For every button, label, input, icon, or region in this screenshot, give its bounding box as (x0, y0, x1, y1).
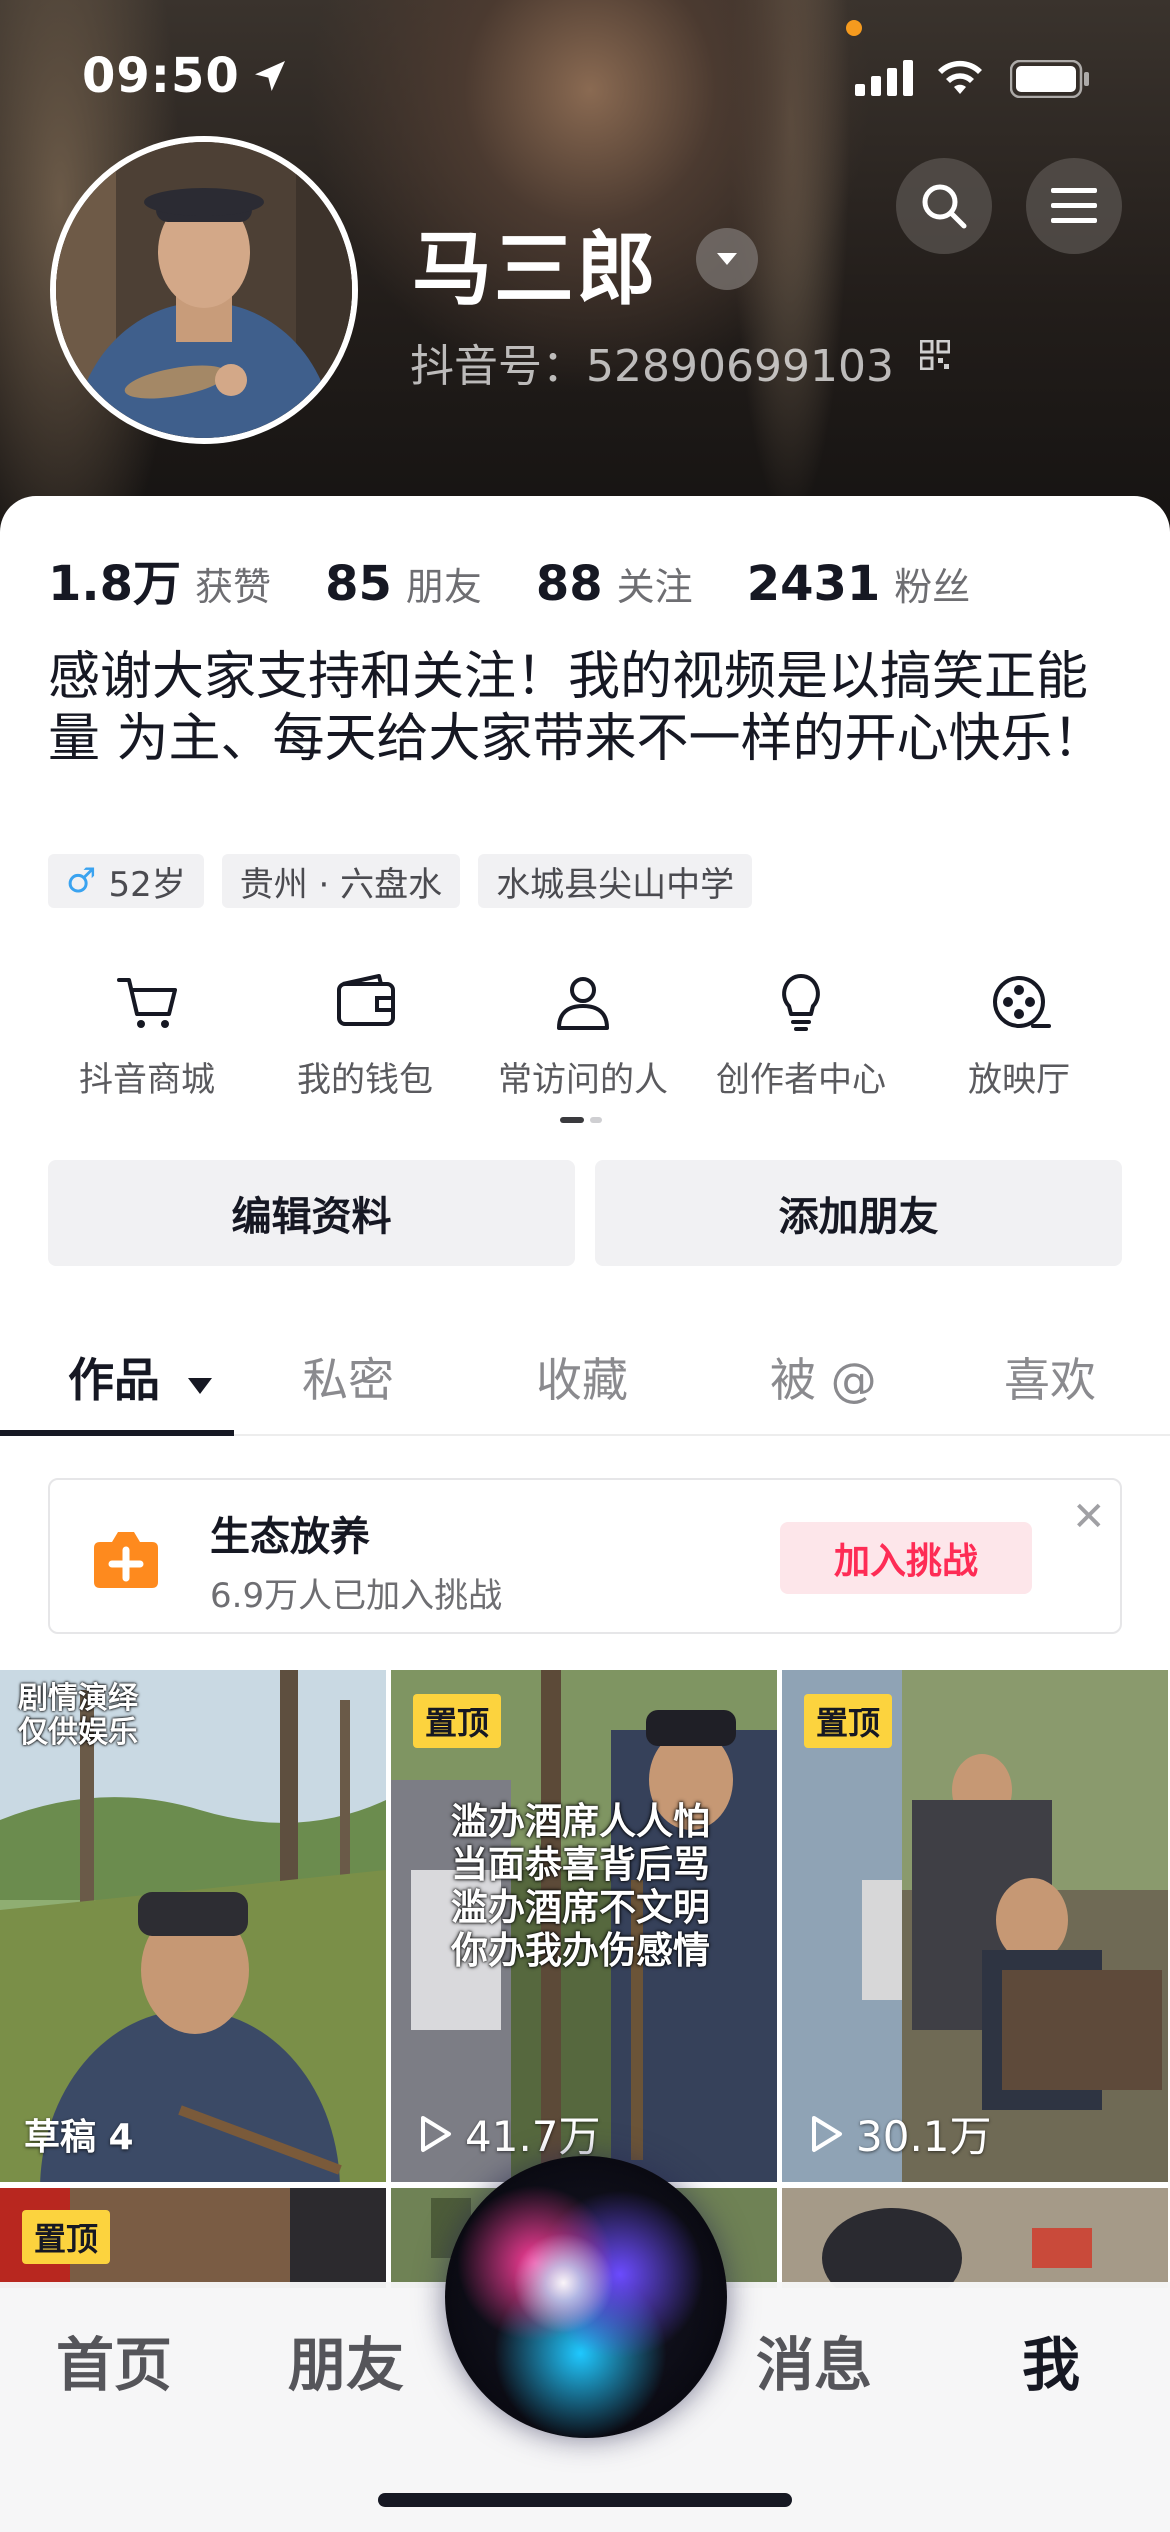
shortcut-creator-label: 创作者中心 (716, 1060, 886, 1100)
challenge-camera-icon (94, 1532, 158, 1588)
play-icon (812, 2115, 842, 2152)
challenge-banner[interactable]: 生态放养 6.9万人已加入挑战 加入挑战 ✕ (48, 1478, 1122, 1634)
disclaimer-label: 剧情演绎 仅供娱乐 (18, 1681, 138, 1750)
draft-count: 草稿 4 (24, 2117, 134, 2158)
play-icon (421, 2115, 451, 2152)
profile-actions: 编辑资料 添加朋友 (48, 1160, 1122, 1266)
tab-favorites[interactable]: 收藏 (536, 1344, 628, 1410)
thumbnail-image (782, 2188, 1168, 2288)
location-arrow-icon (255, 61, 285, 91)
following-count[interactable]: 88 (536, 556, 603, 612)
shortcut-frequent-visitors[interactable]: 常访问的人 (474, 966, 692, 1101)
siri-orb[interactable] (445, 2156, 727, 2438)
nav-friends[interactable]: 朋友 (288, 2318, 404, 2402)
video-thumbnail[interactable]: 置顶 滥办酒席人人怕 当面恭喜背后骂 滥办酒席不文明 你办我办伤感情 41.7万 (391, 1670, 777, 2182)
challenge-subtitle: 6.9万人已加入挑战 (210, 1576, 503, 1616)
cart-icon (117, 978, 177, 1028)
followers-label[interactable]: 粉丝 (894, 556, 970, 611)
shortcut-frequent-label: 常访问的人 (498, 1060, 668, 1100)
status-time: 09:50 (82, 48, 240, 104)
profile-stats: 1.8万 获赞 85 朋友 88 关注 2431 粉丝 (48, 544, 1024, 614)
nav-home[interactable]: 首页 (56, 2318, 172, 2402)
followers-count[interactable]: 2431 (747, 556, 881, 612)
age-text: 52岁 (108, 864, 186, 905)
shortcut-row: 抖音商城 我的钱包 常访问的人 创作者中心 放映厅 (0, 966, 1170, 1101)
friends-count[interactable]: 85 (325, 556, 392, 612)
tab-likes[interactable]: 喜欢 (1004, 1344, 1096, 1410)
likes-label[interactable]: 获赞 (195, 556, 271, 611)
status-bar: 09:50 (0, 0, 1170, 150)
video-thumbnail[interactable]: 剧情演绎 仅供娱乐 草稿 4 (0, 1670, 386, 2182)
video-thumbnail[interactable]: 置顶 30.1万 (782, 1670, 1168, 2182)
nav-messages[interactable]: 消息 (756, 2318, 872, 2402)
account-switch-dropdown[interactable] (696, 228, 758, 290)
menu-button[interactable] (1026, 158, 1122, 254)
friends-label[interactable]: 朋友 (406, 556, 482, 611)
following-label[interactable]: 关注 (617, 556, 693, 611)
shortcut-page-indicator (560, 1117, 602, 1123)
shortcut-mall-label: 抖音商城 (79, 1060, 215, 1100)
qr-code-icon[interactable] (920, 340, 950, 370)
profile-bio[interactable]: 感谢大家支持和关注！我的视频是以搞笑正能量 为主、每天给大家带来不一样的开心快乐… (48, 646, 1128, 770)
tab-works-label: 作品 (68, 1353, 160, 1407)
profile-name[interactable]: 马三郎 (412, 205, 658, 321)
join-challenge-button[interactable]: 加入挑战 (780, 1522, 1032, 1594)
shortcut-creator-center[interactable]: 创作者中心 (692, 966, 910, 1101)
shortcut-mall[interactable]: 抖音商城 (38, 966, 256, 1101)
shortcut-wallet-label: 我的钱包 (297, 1060, 433, 1100)
close-icon[interactable]: ✕ (1072, 1494, 1106, 1540)
video-thumbnail[interactable] (782, 2188, 1168, 2288)
douyin-id[interactable]: 抖音号：52890699103 (410, 330, 894, 394)
male-icon: ♂ (66, 861, 97, 901)
shortcut-screening-label: 放映厅 (968, 1060, 1070, 1100)
pinned-badge: 置顶 (22, 2210, 111, 2264)
video-caption-overlay: 滥办酒席人人怕 当面恭喜背后骂 滥办酒席不文明 你办我办伤感情 (451, 1800, 710, 1972)
shortcut-wallet[interactable]: 我的钱包 (256, 966, 474, 1101)
hamburger-menu-icon (1051, 188, 1097, 223)
lightbulb-icon (782, 974, 820, 1031)
avatar[interactable] (50, 136, 358, 444)
play-count: 30.1万 (810, 2103, 992, 2164)
tab-private[interactable]: 私密 (302, 1344, 394, 1410)
cellular-signal-icon (855, 60, 913, 96)
challenge-title: 生态放养 (210, 1514, 370, 1560)
caret-down-icon (188, 1378, 213, 1394)
home-indicator[interactable] (378, 2493, 792, 2507)
caret-down-icon (717, 253, 737, 265)
add-friend-button[interactable]: 添加朋友 (595, 1160, 1122, 1266)
active-tab-indicator (0, 1430, 234, 1436)
pinned-badge: 置顶 (804, 1694, 893, 1748)
wallet-icon (337, 974, 395, 1026)
wifi-icon (938, 60, 982, 94)
nav-me[interactable]: 我 (1022, 2318, 1080, 2402)
video-thumbnail[interactable]: 置顶 (0, 2188, 386, 2288)
search-icon (922, 184, 967, 229)
person-icon (557, 977, 609, 1030)
tab-works[interactable]: 作品 (68, 1344, 214, 1410)
shortcut-screening-room[interactable]: 放映厅 (910, 966, 1128, 1101)
tab-mentions[interactable]: 被 @ (770, 1344, 877, 1410)
play-count: 41.7万 (419, 2103, 601, 2164)
edit-profile-button[interactable]: 编辑资料 (48, 1160, 575, 1266)
gender-age-tag: ♂ 52岁 (48, 854, 204, 908)
profile-tags: ♂ 52岁 贵州 · 六盘水 水城县尖山中学 (48, 854, 753, 908)
location-tag: 贵州 · 六盘水 (221, 854, 461, 908)
content-tabs: 作品 私密 收藏 被 @ 喜欢 (0, 1320, 1170, 1436)
school-tag[interactable]: 水城县尖山中学 (478, 854, 753, 908)
pinned-badge: 置顶 (413, 1694, 502, 1748)
privacy-indicator-dot (846, 20, 862, 36)
battery-icon (1010, 60, 1089, 98)
likes-count[interactable]: 1.8万 (48, 544, 181, 614)
film-reel-icon (993, 976, 1051, 1028)
search-button[interactable] (896, 158, 992, 254)
